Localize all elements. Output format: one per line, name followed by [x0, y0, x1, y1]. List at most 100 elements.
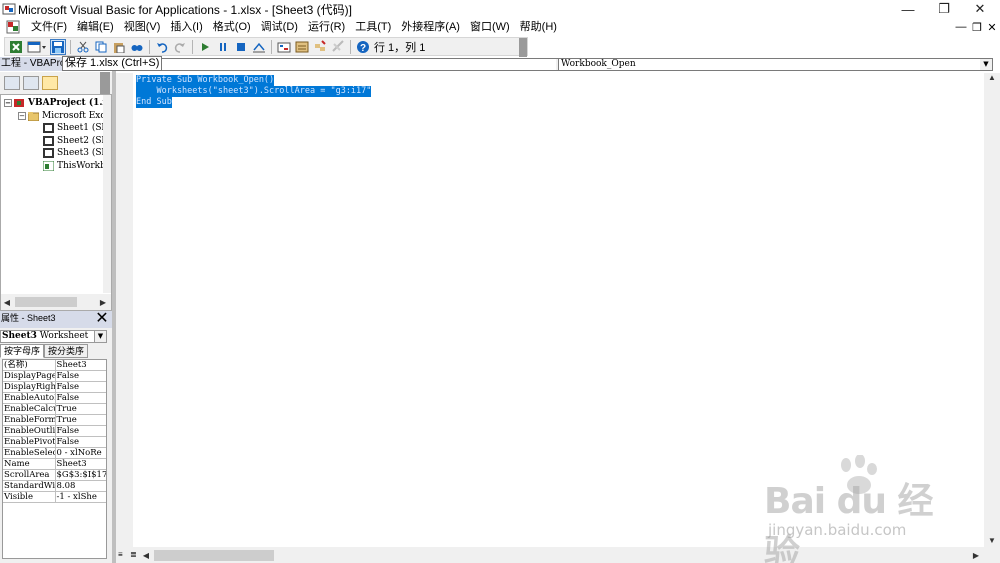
- menu-edit[interactable]: 编辑(E): [72, 18, 119, 36]
- properties-grid[interactable]: (名称) Sheet3 DisplayPage False DisplayRigh F…: [2, 359, 107, 559]
- code-line[interactable]: End Sub: [136, 97, 172, 108]
- tree-item-thisworkbook[interactable]: ThisWorkboo: [43, 160, 111, 172]
- menu-insert[interactable]: 插入(I): [165, 18, 207, 36]
- scroll-right-icon[interactable]: ▶: [970, 551, 982, 560]
- redo-icon[interactable]: [172, 39, 188, 55]
- menu-help[interactable]: 帮助(H): [515, 18, 562, 36]
- restore-button[interactable]: ❐: [926, 0, 962, 18]
- menu-run[interactable]: 运行(R): [303, 18, 350, 36]
- reset-icon[interactable]: [233, 39, 249, 55]
- save-tooltip: 保存 1.xlsx (Ctrl+S): [62, 56, 163, 71]
- property-row[interactable]: EnablePivot False: [3, 437, 106, 448]
- property-row[interactable]: Visible -1 - xlShe: [3, 492, 106, 503]
- procedure-combo[interactable]: Workbook_Open ▼: [558, 58, 993, 71]
- property-row[interactable]: EnableCalcu True: [3, 404, 106, 415]
- worksheet-icon: [43, 136, 54, 146]
- property-row[interactable]: EnableFormaTrue: [3, 415, 106, 426]
- code-line[interactable]: Private Sub Workbook_Open(): [136, 75, 275, 86]
- menu-debug[interactable]: 调试(D): [256, 18, 303, 36]
- workbook-icon: [43, 161, 54, 171]
- property-row[interactable]: EnableOutli False: [3, 426, 106, 437]
- project-explorer-toolbar: [0, 72, 112, 94]
- title-bar: Microsoft Visual Basic for Applications …: [0, 0, 1000, 18]
- menu-bar: 文件(F) 编辑(E) 视图(V) 插入(I) 格式(O) 调试(D) 运行(R…: [0, 18, 1000, 36]
- property-row[interactable]: DisplayRigh False: [3, 382, 106, 393]
- menu-tools[interactable]: 工具(T): [350, 18, 396, 36]
- save-icon[interactable]: [50, 38, 66, 55]
- scroll-thumb[interactable]: [15, 297, 77, 307]
- scroll-thumb[interactable]: [154, 549, 274, 561]
- property-row[interactable]: ScrollArea $G$3:$I$17: [3, 470, 106, 481]
- view-code-icon[interactable]: [4, 76, 20, 90]
- property-row[interactable]: DisplayPage False: [3, 371, 106, 382]
- close-properties-icon[interactable]: ✕: [94, 311, 110, 327]
- property-row[interactable]: EnableAutoF False: [3, 393, 106, 404]
- project-toolbar-grip[interactable]: [100, 72, 110, 94]
- menu-view[interactable]: 视图(V): [119, 18, 166, 36]
- vba-app-icon: [2, 2, 16, 16]
- tree-item-sheet2[interactable]: Sheet2 (She: [43, 135, 111, 147]
- toolbar-overflow-handle[interactable]: [519, 38, 527, 57]
- object-selector[interactable]: Sheet3 Worksheet ▼: [0, 330, 107, 343]
- cut-icon[interactable]: [75, 39, 91, 55]
- mdi-restore-button[interactable]: ❐: [969, 18, 985, 36]
- tree-item-excel-objects[interactable]: − Microsoft Exce: [18, 110, 111, 122]
- property-row[interactable]: (名称) Sheet3: [3, 360, 106, 371]
- collapse-icon[interactable]: −: [4, 99, 12, 107]
- scroll-left-icon[interactable]: ◀: [1, 298, 13, 307]
- design-mode-icon[interactable]: [251, 39, 267, 55]
- copy-icon[interactable]: [93, 39, 109, 55]
- dropdown-arrow-icon[interactable]: ▼: [94, 331, 106, 342]
- code-window-header: ▼ Workbook_Open ▼: [116, 57, 1000, 72]
- project-explorer-icon[interactable]: [276, 39, 292, 55]
- minimize-button[interactable]: —: [890, 0, 926, 18]
- properties-title: 属性 - Sheet3 ✕: [0, 311, 112, 328]
- insert-userform-icon[interactable]: [26, 39, 48, 55]
- project-tree[interactable]: − VBAProject (1.x − Microsoft Exce Sheet…: [0, 94, 112, 311]
- tree-item-sheet3[interactable]: Sheet3 (She: [43, 147, 111, 159]
- property-row[interactable]: StandardWid 8.08: [3, 481, 106, 492]
- scroll-right-icon[interactable]: ▶: [97, 298, 109, 307]
- object-combo[interactable]: ▼: [149, 58, 569, 71]
- mdi-close-button[interactable]: ✕: [984, 18, 1000, 36]
- view-excel-icon[interactable]: [8, 39, 24, 55]
- menu-addins[interactable]: 外接程序(A): [396, 18, 465, 36]
- scroll-left-icon[interactable]: ◀: [140, 551, 152, 560]
- object-browser-icon[interactable]: [312, 39, 328, 55]
- mdi-minimize-button[interactable]: —: [953, 18, 969, 36]
- collapse-icon[interactable]: −: [18, 112, 26, 120]
- run-icon[interactable]: [197, 39, 213, 55]
- toolbox-icon[interactable]: [330, 39, 346, 55]
- scroll-up-icon[interactable]: ▲: [984, 73, 1000, 82]
- full-module-view-icon[interactable]: ≣: [130, 550, 140, 560]
- baidu-watermark: Bai du 经验 jingyan.baidu.com: [764, 455, 964, 563]
- scroll-down-icon[interactable]: ▼: [986, 536, 998, 545]
- undo-icon[interactable]: [154, 39, 170, 55]
- help-icon[interactable]: ?: [355, 39, 371, 55]
- tab-categorized[interactable]: 按分类序: [44, 344, 89, 358]
- menu-format[interactable]: 格式(O): [208, 18, 256, 36]
- tab-alphabetic[interactable]: 按字母序: [0, 344, 45, 358]
- paste-icon[interactable]: [111, 39, 127, 55]
- menu-file[interactable]: 文件(F): [26, 18, 72, 36]
- tree-item-sheet1[interactable]: Sheet1 (She: [43, 122, 111, 134]
- view-object-icon[interactable]: [23, 76, 39, 90]
- code-vertical-scrollbar[interactable]: ▲ ▼: [984, 73, 1000, 547]
- excel-icon[interactable]: [6, 19, 22, 35]
- toggle-folders-icon[interactable]: [42, 76, 58, 90]
- procedure-view-icon[interactable]: ≡: [118, 550, 128, 560]
- close-button[interactable]: ✕: [962, 0, 998, 18]
- property-row[interactable]: Name Sheet3: [3, 459, 106, 470]
- code-line[interactable]: Worksheets("sheet3").ScrollArea = "g3:i1…: [136, 86, 372, 97]
- vbaproject-icon: [14, 99, 24, 107]
- break-icon[interactable]: [215, 39, 231, 55]
- project-horizontal-scrollbar[interactable]: ◀ ▶: [1, 294, 111, 310]
- tree-item-vbaproject[interactable]: − VBAProject (1.x: [4, 97, 108, 109]
- project-vertical-scrollbar[interactable]: [103, 95, 111, 293]
- menu-window[interactable]: 窗口(W): [465, 18, 515, 36]
- properties-window-icon[interactable]: [294, 39, 310, 55]
- dropdown-arrow-icon[interactable]: ▼: [980, 59, 992, 70]
- cursor-position: 行 1，列 1: [374, 41, 426, 54]
- find-icon[interactable]: [129, 39, 145, 55]
- property-row[interactable]: EnableSelec 0 - xlNoRe: [3, 448, 106, 459]
